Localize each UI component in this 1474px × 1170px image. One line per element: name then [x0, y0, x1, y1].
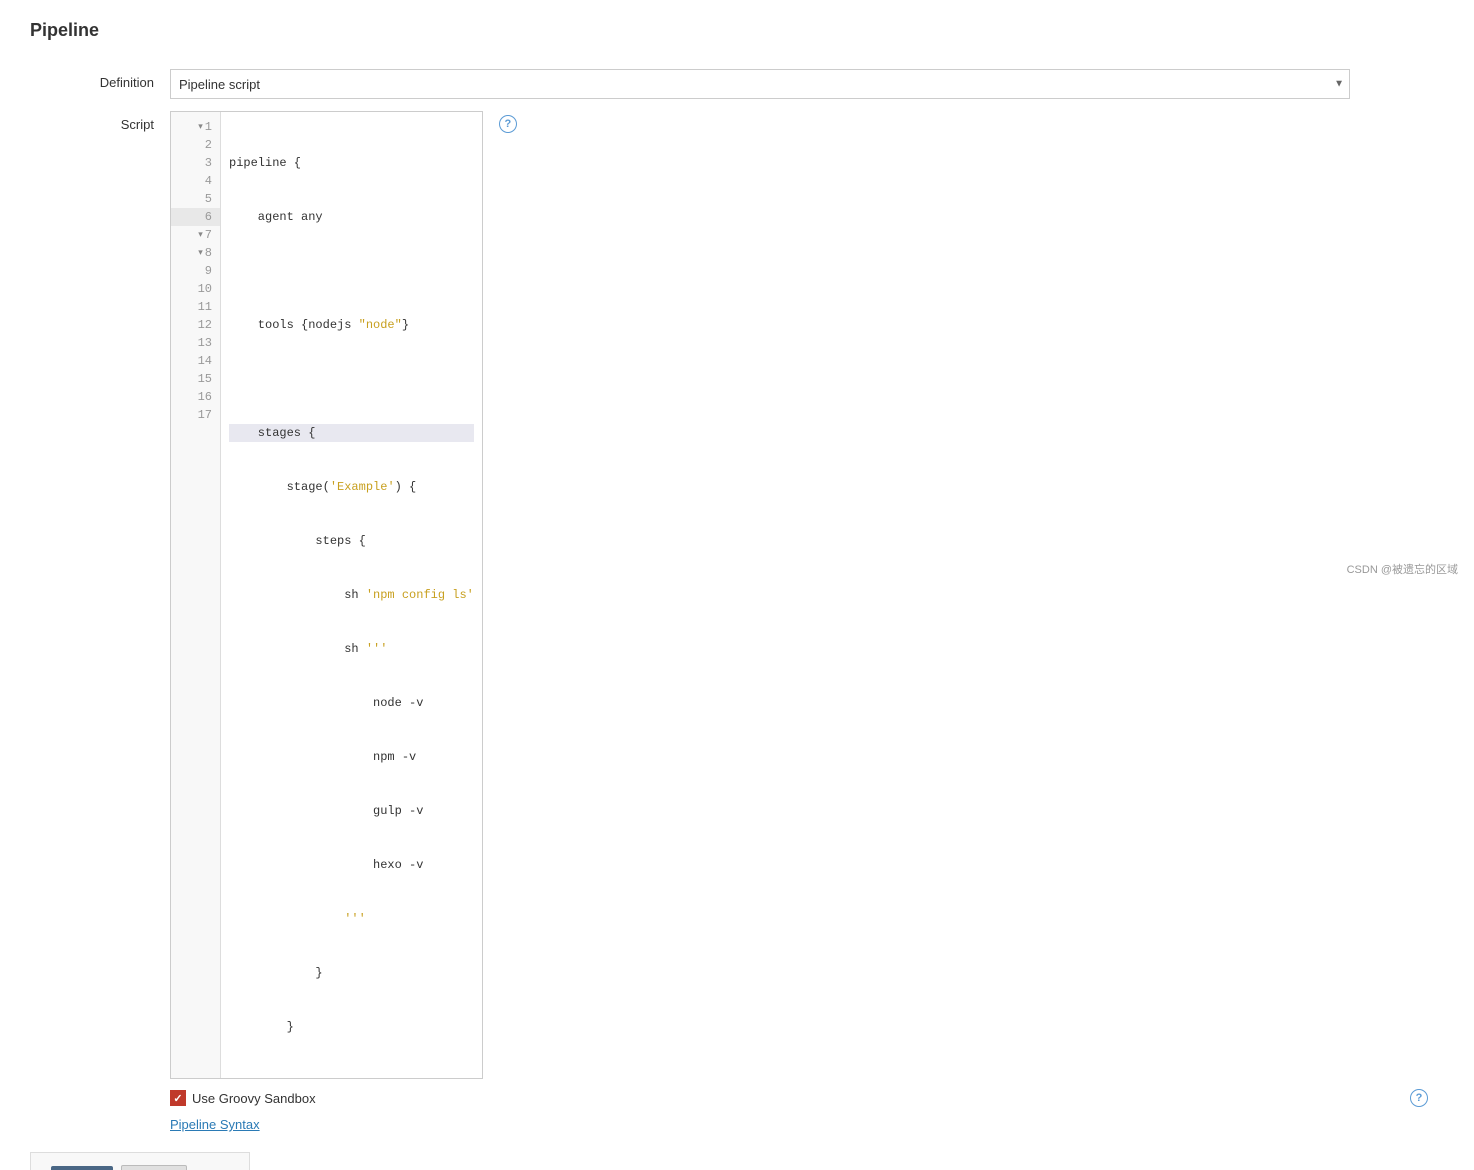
page-title: Pipeline — [30, 20, 1444, 49]
save-button[interactable]: Save — [51, 1166, 113, 1170]
sandbox-help-icon[interactable]: ? — [1410, 1089, 1428, 1107]
script-help-wrapper: ? — [491, 115, 517, 133]
line-number-6: 6 — [171, 208, 220, 226]
fold-arrow-7: ▾ — [198, 226, 203, 244]
code-line-1: pipeline { — [229, 154, 474, 172]
code-line-6: stages { — [229, 424, 474, 442]
fold-arrow-8: ▾ — [198, 244, 203, 262]
line-number-16: 16 — [171, 388, 220, 406]
code-line-15: ''' — [229, 910, 474, 928]
code-line-10: sh ''' — [229, 640, 474, 658]
page-wrapper: Pipeline Definition Pipeline scriptPipel… — [0, 0, 1474, 1170]
code-line-17: } — [229, 1018, 474, 1036]
code-line-5 — [229, 370, 474, 388]
line-number-13: 13 — [171, 334, 220, 352]
script-label: Script — [30, 111, 170, 132]
groovy-sandbox-checkbox[interactable]: ✓ — [170, 1090, 186, 1106]
code-line-11: node -v — [229, 694, 474, 712]
line-number-3: 3 — [171, 154, 220, 172]
checkmark-icon: ✓ — [173, 1092, 182, 1105]
line-number-17: 17 — [171, 406, 220, 424]
definition-control: Pipeline scriptPipeline script from SCM … — [170, 69, 1444, 99]
line-number-1: ▾1 — [171, 118, 220, 136]
code-line-4: tools {nodejs "node"} — [229, 316, 474, 334]
script-editor-wrapper: ▾1 2 3 4 5 6 ▾7 ▾8 9 10 11 12 13 — [170, 111, 483, 1079]
line-number-8: ▾8 — [171, 244, 220, 262]
line-number-7: ▾7 — [171, 226, 220, 244]
sandbox-row: ✓ Use Groovy Sandbox ? — [170, 1089, 1444, 1107]
definition-row: Definition Pipeline scriptPipeline scrip… — [30, 69, 1444, 99]
definition-select-wrapper: Pipeline scriptPipeline script from SCM … — [170, 69, 1350, 99]
line-number-14: 14 — [171, 352, 220, 370]
line-number-2: 2 — [171, 136, 220, 154]
definition-select[interactable]: Pipeline scriptPipeline script from SCM — [170, 69, 1350, 99]
footer-watermark: CSDN @被遗忘的区域 — [1347, 561, 1458, 577]
code-line-3 — [229, 262, 474, 280]
line-number-10: 10 — [171, 280, 220, 298]
bottom-bar: Save Apply — [30, 1152, 250, 1170]
line-number-9: 9 — [171, 262, 220, 280]
code-area[interactable]: pipeline { agent any tools {nodejs "node… — [221, 112, 482, 1078]
sandbox-label: Use Groovy Sandbox — [192, 1091, 316, 1106]
line-number-5: 5 — [171, 190, 220, 208]
apply-button[interactable]: Apply — [121, 1165, 188, 1170]
pipeline-syntax-link[interactable]: Pipeline Syntax — [170, 1117, 260, 1132]
line-number-12: 12 — [171, 316, 220, 334]
line-numbers: ▾1 2 3 4 5 6 ▾7 ▾8 9 10 11 12 13 — [171, 112, 221, 1078]
code-line-8: steps { — [229, 532, 474, 550]
editor-outer: ▾1 2 3 4 5 6 ▾7 ▾8 9 10 11 12 13 — [170, 111, 517, 1079]
code-line-9: sh 'npm config ls' — [229, 586, 474, 604]
code-line-2: agent any — [229, 208, 474, 226]
definition-label: Definition — [30, 69, 170, 90]
script-row: Script ▾1 2 3 4 5 6 ▾7 ▾8 9 — [30, 111, 1444, 1079]
code-line-14: hexo -v — [229, 856, 474, 874]
code-line-13: gulp -v — [229, 802, 474, 820]
code-line-7: stage('Example') { — [229, 478, 474, 496]
script-editor[interactable]: ▾1 2 3 4 5 6 ▾7 ▾8 9 10 11 12 13 — [170, 111, 483, 1079]
line-number-4: 4 — [171, 172, 220, 190]
code-line-12: npm -v — [229, 748, 474, 766]
line-number-15: 15 — [171, 370, 220, 388]
code-line-16: } — [229, 964, 474, 982]
fold-arrow-1: ▾ — [198, 118, 203, 136]
main-content: Pipeline Definition Pipeline scriptPipel… — [0, 0, 1474, 1170]
script-help-icon[interactable]: ? — [499, 115, 517, 133]
line-number-11: 11 — [171, 298, 220, 316]
